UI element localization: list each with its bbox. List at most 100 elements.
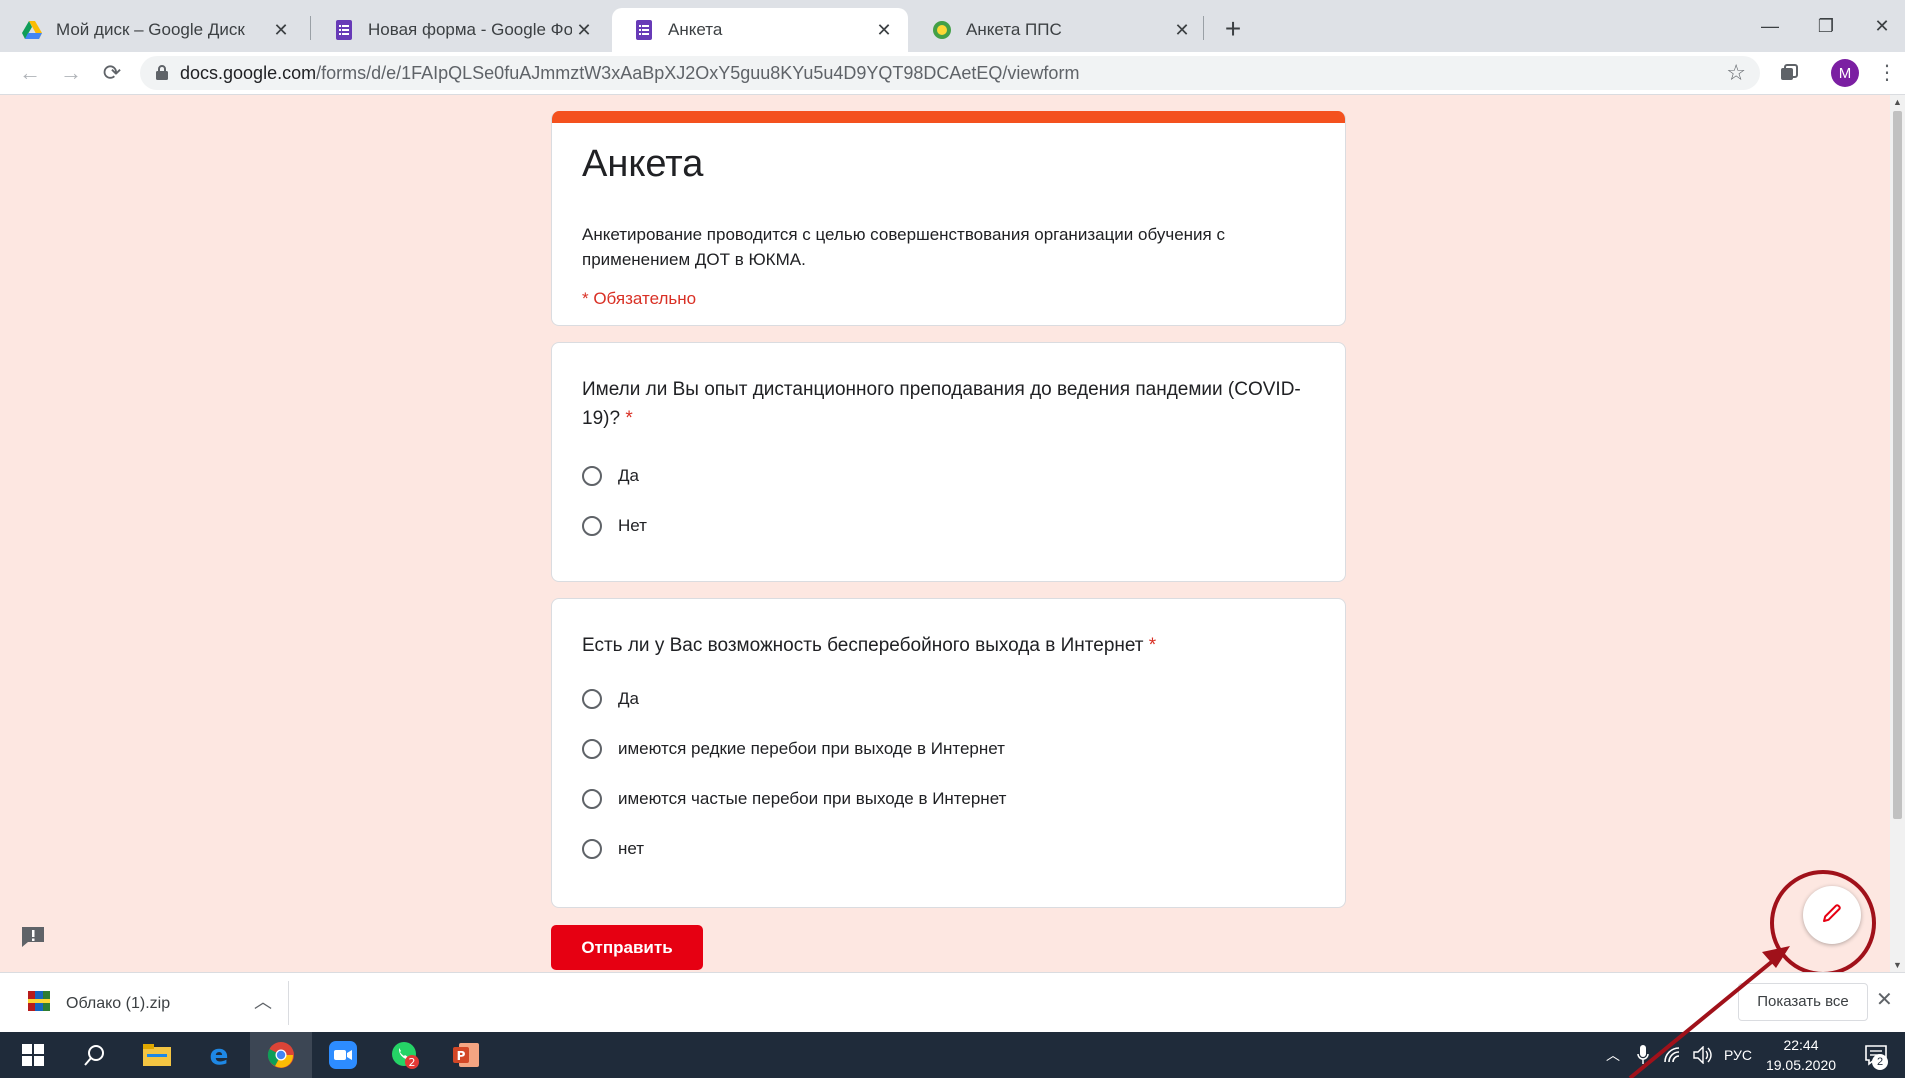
tab-new-form[interactable]: Новая форма - Google Формы ✕: [312, 8, 608, 52]
close-tab-icon[interactable]: ✕: [872, 20, 896, 41]
tab-anketa-pps[interactable]: Анкета ППС ✕: [910, 8, 1206, 52]
tab-title: Анкета: [668, 20, 723, 39]
required-asterisk: *: [1148, 635, 1157, 656]
bookmark-star-icon[interactable]: ☆: [1726, 60, 1746, 86]
google-forms-icon: [334, 20, 354, 40]
option-label: Да: [618, 689, 639, 708]
close-tab-icon[interactable]: ✕: [269, 20, 293, 41]
close-tab-icon[interactable]: ✕: [1170, 20, 1194, 41]
download-divider: [288, 981, 289, 1025]
question-card-2: Есть ли у Вас возможность бесперебойного…: [551, 598, 1346, 908]
tab-strip: Мой диск – Google Диск ✕ Новая форма - G…: [0, 0, 1905, 52]
radio-option[interactable]: Нет: [582, 516, 647, 536]
url-host: docs.google.com: [180, 63, 317, 83]
tab-anketa[interactable]: Анкета ✕: [612, 8, 908, 52]
close-download-bar-icon[interactable]: ✕: [1876, 987, 1893, 1012]
whatsapp-icon[interactable]: 2: [374, 1032, 436, 1078]
radio-button[interactable]: [582, 839, 602, 859]
form-description: Анкетирование проводится с целью соверше…: [582, 225, 1225, 269]
annotation-circle: [1770, 870, 1876, 976]
new-tab-button[interactable]: +: [1215, 12, 1251, 48]
tab-title: Мой диск – Google Диск: [56, 20, 245, 39]
form-page: Анкета Анкетирование проводится с целью …: [0, 95, 1890, 972]
whatsapp-badge: 2: [409, 1056, 416, 1069]
download-bar: Облако (1).zip ︿ Показать все ✕: [0, 972, 1905, 1032]
radio-button[interactable]: [582, 689, 602, 709]
question-title: Есть ли у Вас возможность бесперебойного…: [582, 631, 1312, 660]
windows-taskbar: e 2 P ︿ РУС 22:44 19.05.2020: [0, 1032, 1905, 1078]
feedback-icon[interactable]: [20, 925, 46, 949]
download-file-name: Облако (1).zip: [66, 994, 171, 1012]
file-explorer-icon[interactable]: [126, 1032, 188, 1078]
show-hidden-icons-chevron-icon[interactable]: ︿: [1600, 1032, 1626, 1078]
scrollbar-thumb[interactable]: [1893, 111, 1902, 819]
powerpoint-icon[interactable]: P: [436, 1032, 498, 1078]
tab-title: Анкета ППС: [966, 20, 1062, 39]
reload-button[interactable]: ⟳: [96, 57, 128, 89]
scroll-down-arrow-icon[interactable]: ▼: [1893, 960, 1902, 970]
question-text: Есть ли у Вас возможность бесперебойного…: [582, 635, 1144, 656]
svg-text:P: P: [457, 1049, 466, 1063]
tab-my-drive[interactable]: Мой диск – Google Диск ✕: [0, 8, 305, 52]
wifi-icon[interactable]: [1660, 1032, 1686, 1078]
option-label: Нет: [618, 516, 647, 535]
close-window-button[interactable]: ✕: [1854, 8, 1905, 44]
svg-text:e: e: [210, 1042, 229, 1068]
chevron-up-icon[interactable]: ︿: [254, 988, 272, 1014]
form-accent-bar: [552, 111, 1345, 123]
page-scrollbar[interactable]: ▲ ▼: [1890, 95, 1905, 972]
radio-option[interactable]: Да: [582, 689, 639, 709]
close-tab-icon[interactable]: ✕: [572, 20, 596, 41]
site-favicon-icon: [932, 20, 952, 40]
radio-button[interactable]: [582, 466, 602, 486]
lock-icon: [156, 65, 168, 85]
form-title: Анкета: [582, 143, 704, 185]
extensions-icon[interactable]: [1774, 58, 1804, 88]
browser-toolbar: ← → ⟳ docs.google.com/forms/d/e/1FAIpQLS…: [0, 52, 1905, 95]
option-label: имеются частые перебои при выходе в Инте…: [618, 789, 1007, 808]
minimize-button[interactable]: —: [1742, 8, 1798, 44]
chrome-icon[interactable]: [250, 1032, 312, 1078]
search-icon[interactable]: [64, 1032, 126, 1078]
scroll-up-arrow-icon[interactable]: ▲: [1893, 97, 1902, 107]
download-item[interactable]: Облако (1).zip: [28, 991, 170, 1016]
avatar: M: [1831, 59, 1859, 87]
microphone-icon[interactable]: [1630, 1032, 1656, 1078]
radio-option[interactable]: Да: [582, 466, 639, 486]
radio-option[interactable]: имеются редкие перебои при выходе в Инте…: [582, 739, 1005, 759]
required-asterisk: *: [625, 408, 633, 429]
tab-title: Новая форма - Google Формы: [368, 20, 572, 39]
profile-avatar[interactable]: M: [1830, 58, 1860, 88]
back-button[interactable]: ←: [14, 57, 46, 89]
question-card-1: Имели ли Вы опыт дистанционного преподав…: [551, 342, 1346, 582]
question-title: Имели ли Вы опыт дистанционного преподав…: [582, 375, 1312, 433]
zoom-app-icon[interactable]: [312, 1032, 374, 1078]
radio-option[interactable]: имеются частые перебои при выходе в Инте…: [582, 789, 1006, 809]
clock-time: 22:44: [1783, 1037, 1819, 1053]
required-note: * Обязательно: [582, 289, 697, 308]
speaker-icon[interactable]: [1690, 1032, 1716, 1078]
tab-divider: [1203, 16, 1204, 40]
radio-option[interactable]: нет: [582, 839, 644, 859]
option-label: нет: [618, 839, 645, 858]
browser-menu-icon[interactable]: ⋮: [1872, 58, 1902, 88]
form-header-card: Анкета Анкетирование проводится с целью …: [551, 111, 1346, 326]
google-drive-icon: [22, 20, 42, 40]
radio-button[interactable]: [582, 516, 602, 536]
url-text: docs.google.com/forms/d/e/1FAIpQLSe0fuAJ…: [180, 56, 1079, 90]
windows-start-icon[interactable]: [2, 1032, 64, 1078]
edge-browser-icon[interactable]: e: [188, 1032, 250, 1078]
restore-button[interactable]: ❐: [1798, 8, 1854, 44]
url-path: /forms/d/e/1FAIpQLSe0fuAJmmztW3xAaBpXJ2O…: [316, 63, 1080, 83]
show-all-downloads-button[interactable]: Показать все: [1738, 983, 1868, 1021]
tab-divider: [310, 16, 311, 40]
language-indicator[interactable]: РУС: [1720, 1032, 1756, 1078]
radio-button[interactable]: [582, 789, 602, 809]
system-clock[interactable]: 22:44 19.05.2020: [1756, 1035, 1846, 1075]
forward-button[interactable]: →: [55, 57, 87, 89]
radio-button[interactable]: [582, 739, 602, 759]
address-bar[interactable]: docs.google.com/forms/d/e/1FAIpQLSe0fuAJ…: [140, 56, 1760, 90]
clock-date: 19.05.2020: [1765, 1057, 1837, 1073]
notification-count-badge: 2: [1872, 1054, 1888, 1070]
submit-button[interactable]: Отправить: [551, 925, 703, 970]
